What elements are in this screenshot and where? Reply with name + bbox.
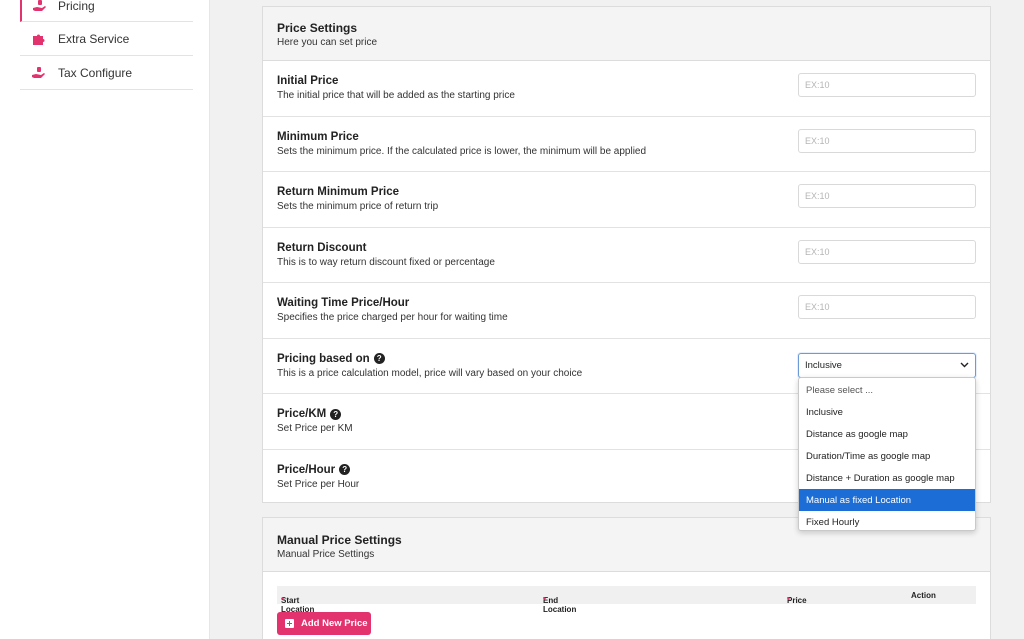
sidebar-item-tax-configure[interactable]: Tax Configure	[20, 56, 193, 90]
dropdown-option[interactable]: Inclusive	[799, 401, 975, 423]
dropdown-option[interactable]: Please select ...	[799, 379, 975, 401]
return-minimum-price-row: Return Minimum Price Sets the minimum pr…	[263, 172, 990, 228]
hand-money-icon	[20, 66, 58, 79]
plus-icon	[285, 619, 294, 628]
help-icon[interactable]: ?	[373, 353, 385, 364]
pricing-model-dropdown: Please select ... Inclusive Distance as …	[798, 377, 976, 531]
sidebar-list: Pricing Extra Service Tax Configure	[20, 0, 193, 90]
initial-price-row: Initial Price The initial price that wil…	[263, 61, 990, 117]
initial-price-input[interactable]	[798, 73, 976, 97]
dropdown-option[interactable]: Duration/Time as google map	[799, 445, 975, 467]
help-icon[interactable]: ?	[330, 408, 342, 420]
panel-title: Price Settings	[277, 21, 358, 35]
row-title-text: Price/Hour	[277, 463, 336, 476]
row-title-text: Price/KM	[277, 408, 327, 420]
minimum-price-row: Minimum Price Sets the minimum price. If…	[263, 117, 990, 172]
sidebar-item-extra-service[interactable]: Extra Service	[20, 22, 193, 56]
dropdown-option[interactable]: Fixed Hourly	[799, 511, 975, 533]
select-value: Inclusive	[805, 359, 842, 371]
manual-price-table-header: Start Location * End Location * Price * …	[277, 586, 976, 614]
sidebar-item-label: Pricing	[58, 0, 95, 13]
panel-subtitle: Here you can set price	[277, 37, 378, 48]
price-settings-header: Price Settings Here you can set price	[263, 7, 990, 61]
hand-money-icon	[22, 0, 58, 12]
puzzle-icon	[20, 33, 58, 45]
return-discount-row: Return Discount This is to way return di…	[263, 228, 990, 283]
sidebar-item-pricing[interactable]: Pricing	[20, 0, 193, 22]
column-header-action: Action	[911, 591, 936, 600]
button-label: Add New Price	[301, 618, 368, 629]
panel-subtitle: Manual Price Settings	[277, 549, 375, 560]
sidebar-item-label: Extra Service	[58, 31, 130, 46]
dropdown-option-highlighted[interactable]: Manual as fixed Location	[799, 489, 975, 511]
panel-title: Manual Price Settings	[277, 533, 402, 547]
return-discount-input[interactable]	[798, 239, 976, 264]
row-title-text: Pricing based on	[277, 352, 370, 365]
pricing-model-select[interactable]: Inclusive	[798, 352, 976, 378]
waiting-time-price-row: Waiting Time Price/Hour Specifies the pr…	[263, 283, 990, 339]
dropdown-option[interactable]: Distance as google map	[799, 423, 975, 445]
minimum-price-input[interactable]	[798, 128, 976, 153]
return-minimum-price-input[interactable]	[798, 184, 976, 208]
sidebar: Pricing Extra Service Tax Configure	[0, 0, 210, 639]
waiting-time-price-input[interactable]	[798, 295, 976, 319]
help-icon[interactable]: ?	[339, 464, 351, 475]
add-new-price-button[interactable]: Add New Price	[277, 612, 371, 635]
manual-price-settings-panel: Manual Price Settings Manual Price Setti…	[262, 517, 991, 639]
dropdown-option[interactable]: Distance + Duration as google map	[799, 467, 975, 489]
sidebar-item-label: Tax Configure	[58, 65, 133, 80]
chevron-down-icon	[960, 360, 969, 371]
